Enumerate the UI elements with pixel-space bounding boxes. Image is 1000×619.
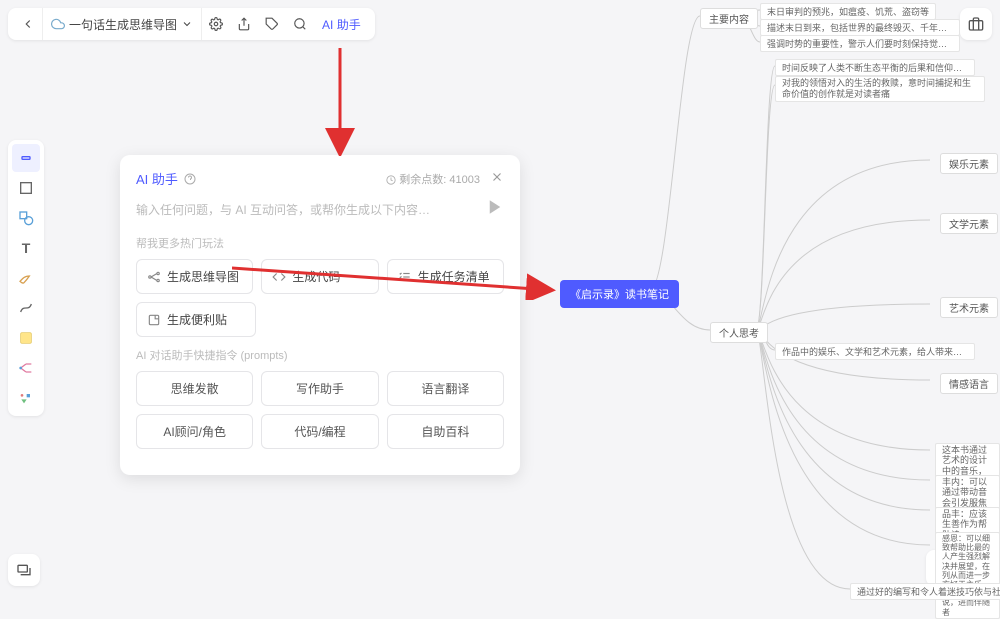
prompt-ai-role[interactable]: AI顾问/角色 [136, 414, 253, 449]
sticky-tool[interactable] [12, 324, 40, 352]
cloud-icon [51, 17, 65, 31]
mindmap-branch-entertainment[interactable]: 娱乐元素 [940, 153, 998, 174]
checklist-icon [398, 270, 412, 284]
chip-generate-sticky[interactable]: 生成便利贴 [136, 302, 256, 337]
clock-icon [386, 175, 396, 185]
send-button[interactable] [486, 198, 504, 221]
mindmap-branch-personal-thoughts[interactable]: 个人思考 [710, 322, 768, 343]
prompt-wiki[interactable]: 自助百科 [387, 414, 504, 449]
top-toolbar: 一句话生成思维导图 AI 助手 [8, 8, 375, 40]
layers-icon [16, 562, 32, 578]
mindmap-root-node[interactable]: 《启示录》读书笔记 [560, 280, 679, 308]
mindmap-leaf[interactable]: 末日审判的预兆，如瘟疫、饥荒、盗窃等 [760, 3, 936, 20]
ai-panel-title: AI 助手 [136, 169, 196, 188]
layers-button[interactable] [8, 554, 40, 586]
frame-tool[interactable] [12, 174, 40, 202]
mindmap-branch-art[interactable]: 艺术元素 [940, 297, 998, 318]
section-generate-title: 帮我更多热门玩法 [136, 235, 504, 251]
text-icon: T [22, 240, 31, 256]
ai-assistant-panel: AI 助手 剩余点数: 41003 帮我更多热门玩法 生成思维导图 生成代码 [120, 155, 520, 475]
credits-label: 剩余点数: 41003 [386, 171, 480, 187]
frame-icon [18, 180, 34, 196]
chevron-down-icon [181, 18, 193, 30]
help-icon[interactable] [184, 173, 196, 185]
connector-tool[interactable] [12, 294, 40, 322]
search-icon [293, 17, 307, 31]
close-button[interactable] [490, 170, 504, 187]
pen-icon [18, 270, 34, 286]
prompt-code[interactable]: 代码/编程 [261, 414, 378, 449]
settings-button[interactable] [202, 10, 230, 38]
gear-icon [209, 17, 223, 31]
prompt-translate[interactable]: 语言翻译 [387, 371, 504, 406]
sticky-icon [147, 313, 161, 327]
more-icon [18, 390, 34, 406]
send-icon [486, 198, 504, 216]
left-toolbar: T [8, 140, 44, 416]
mindmap-branch-emotion[interactable]: 情感语言 [940, 373, 998, 394]
sticky-icon [18, 330, 34, 346]
chip-generate-code[interactable]: 生成代码 [261, 259, 378, 294]
tag-button[interactable] [258, 10, 286, 38]
prompt-divergent-thinking[interactable]: 思维发散 [136, 371, 253, 406]
mindmap-leaf[interactable]: 时间反映了人类不断生态平衡的后果和信仰的重要性 [775, 59, 975, 76]
document-title-dropdown[interactable]: 一句话生成思维导图 [42, 8, 202, 40]
mindmap-branch-main-content[interactable]: 主要内容 [700, 8, 758, 29]
mindmap-leaf[interactable]: 作品中的娱乐、文学和艺术元素，给人带来很强的揭示经验 [775, 343, 975, 360]
connector-icon [18, 300, 34, 316]
mindmap-leaf[interactable]: 通过好的编写和令人着迷技巧依与社会沟通 [850, 583, 1000, 600]
document-title-text: 一句话生成思维导图 [69, 16, 177, 33]
mindmap-leaf[interactable]: 强调时势的重要性，警示人们要时刻保持觉的法则 [760, 35, 960, 52]
chip-generate-mindmap[interactable]: 生成思维导图 [136, 259, 253, 294]
back-button[interactable] [14, 10, 42, 38]
share-icon [237, 17, 251, 31]
mindmap-leaf[interactable]: 对我的领悟对入的生活的救赎，意时间捕捉和生命价值的创作就是对读者痛 [775, 76, 985, 102]
mindmap-leaf[interactable]: 感恩：可以细致帮助比最的人产生强烈解决并展望，在列从而进一步方好于主乐，文学和读… [935, 532, 1000, 619]
ai-prompt-input[interactable] [136, 203, 478, 217]
mindmap-branch-literature[interactable]: 文学元素 [940, 213, 998, 234]
select-tool[interactable] [12, 144, 40, 172]
annotation-arrow-down [320, 48, 360, 156]
close-icon [490, 170, 504, 184]
shape-icon [18, 210, 34, 226]
pointer-icon [18, 150, 34, 166]
mindmap-tool[interactable] [12, 354, 40, 382]
code-icon [272, 270, 286, 284]
shape-tool[interactable] [12, 204, 40, 232]
prompt-writing-assistant[interactable]: 写作助手 [261, 371, 378, 406]
search-button[interactable] [286, 10, 314, 38]
mindmap-leaf[interactable]: 描述末日到来，包括世界的最终毁灭、千年王国的到来等 [760, 19, 960, 36]
text-tool[interactable]: T [12, 234, 40, 262]
section-prompts-title: AI 对话助手快捷指令 (prompts) [136, 347, 504, 363]
pen-tool[interactable] [12, 264, 40, 292]
mindmap-canvas[interactable]: 《启示录》读书笔记 主要内容 末日审判的预兆，如瘟疫、饥荒、盗窃等 描述末日到来… [560, 0, 1000, 594]
mindmap-icon [147, 270, 161, 284]
chip-generate-tasklist[interactable]: 生成任务清单 [387, 259, 504, 294]
tag-icon [265, 17, 279, 31]
ai-assistant-link[interactable]: AI 助手 [314, 16, 369, 33]
share-button[interactable] [230, 10, 258, 38]
more-tools[interactable] [12, 384, 40, 412]
mindmap-icon [18, 360, 34, 376]
